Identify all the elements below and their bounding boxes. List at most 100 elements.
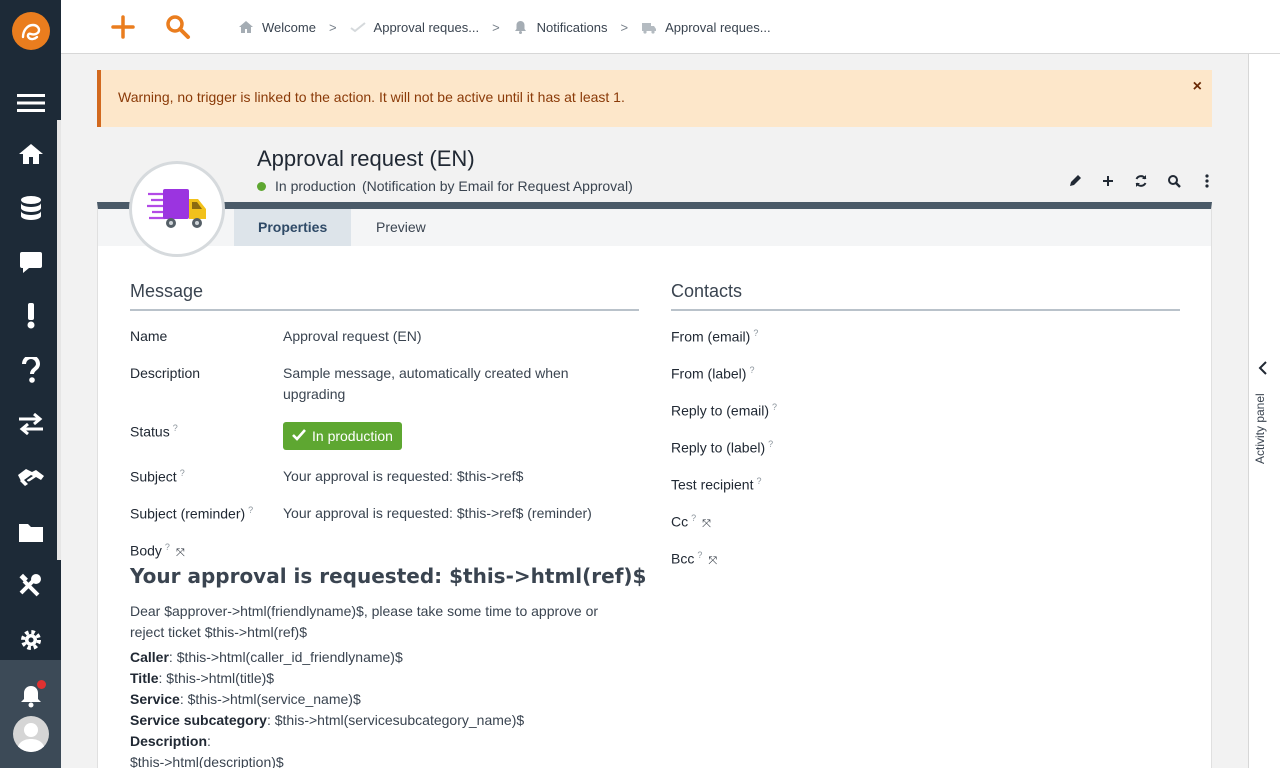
subject-reminder-label: Subject (reminder)?: [130, 505, 253, 522]
name-value: Approval request (EN): [283, 328, 422, 344]
approval-icon: [349, 19, 366, 35]
chevron-right-icon: >: [620, 19, 629, 35]
help-hint-icon[interactable]: ?: [697, 550, 702, 560]
subject-value: Your approval is requested: $this->ref$: [283, 468, 524, 484]
subject-label-text: Subject: [130, 468, 177, 485]
breadcrumb-label: Approval reques...: [665, 19, 771, 35]
body-field-title: Title: $this->html(title)$: [130, 670, 275, 686]
expand-icon[interactable]: ⤧: [176, 547, 185, 560]
reply-to-email-label: Reply to (email)?: [671, 402, 778, 419]
close-icon[interactable]: ×: [1193, 78, 1202, 96]
breadcrumb-label: Welcome: [262, 19, 316, 35]
cc-label: Cc? ⤧: [671, 513, 711, 531]
description-label: Description: [130, 365, 201, 381]
status-badge-text: In production: [312, 428, 393, 444]
breadcrumb-label: Approval reques...: [373, 19, 480, 35]
breadcrumb-item-notifications[interactable]: Notifications: [513, 19, 608, 35]
contacts-section-divider: [671, 309, 1180, 311]
object-status-line: In production (Notification by Email for…: [257, 178, 633, 194]
status-badge: In production: [283, 422, 402, 450]
check-icon: [292, 422, 306, 450]
change-icon[interactable]: [17, 410, 45, 438]
search-icon[interactable]: [1157, 170, 1190, 192]
chevron-right-icon: >: [328, 19, 337, 35]
help-hint-icon[interactable]: ?: [165, 542, 170, 552]
tab-properties[interactable]: Properties: [234, 209, 352, 246]
status-label: Status?: [130, 423, 178, 440]
chat-icon[interactable]: [17, 248, 45, 276]
edit-icon[interactable]: [1058, 170, 1091, 192]
body-field-caller: Caller: $this->html(caller_id_friendlyna…: [130, 649, 403, 665]
body-field-service: Service: $this->html(service_name)$: [130, 691, 361, 707]
subject-reminder-value: Your approval is requested: $this->ref$ …: [283, 505, 592, 521]
more-options-icon[interactable]: [1190, 170, 1223, 192]
body-intro: Dear $approver->html(friendlyname)$, ple…: [130, 603, 599, 640]
reply-to-label-label: Reply to (label)?: [671, 439, 774, 456]
activity-panel-label: Activity panel: [1253, 393, 1267, 464]
chevron-left-icon[interactable]: [1258, 361, 1268, 380]
refresh-icon[interactable]: [1124, 170, 1157, 192]
name-label: Name: [130, 328, 168, 344]
body-field-subcategory: Service subcategory: $this->html(service…: [130, 712, 525, 728]
warning-text: Warning, no trigger is linked to the act…: [118, 89, 625, 105]
body-label: Body? ⤧: [130, 542, 185, 560]
breadcrumb-item-approval[interactable]: Approval reques...: [349, 19, 480, 35]
test-recipient-label: Test recipient?: [671, 476, 762, 493]
help-hint-icon[interactable]: ?: [691, 513, 696, 523]
warning-alert: Warning, no trigger is linked to the act…: [97, 70, 1212, 127]
gear-icon[interactable]: [17, 626, 45, 654]
incident-icon[interactable]: [17, 302, 45, 330]
add-icon[interactable]: [1091, 170, 1124, 192]
breadcrumb: Welcome > Approval reques... > Notificat…: [238, 18, 771, 36]
body-heading: Your approval is requested: $this->html(…: [130, 564, 647, 588]
folder-icon[interactable]: [17, 518, 45, 546]
body-field-description: Description:: [130, 733, 211, 749]
bell-icon: [513, 19, 529, 35]
new-object-icon[interactable]: [109, 13, 137, 41]
top-bar: Welcome > Approval reques... > Notificat…: [61, 0, 1280, 54]
home-icon[interactable]: [17, 140, 45, 168]
expand-icon[interactable]: ⤧: [702, 518, 711, 531]
contacts-section-title: Contacts: [671, 281, 743, 301]
help-icon[interactable]: [17, 356, 45, 384]
user-avatar[interactable]: [13, 716, 49, 752]
status-label-text: Status: [130, 423, 170, 440]
bcc-label: Bcc? ⤧: [671, 550, 718, 568]
handshake-icon[interactable]: [17, 464, 45, 492]
notification-dot: [37, 680, 46, 689]
help-hint-icon[interactable]: ?: [248, 505, 253, 515]
database-icon[interactable]: [17, 194, 45, 222]
menu-icon[interactable]: [17, 89, 45, 117]
help-hint-icon[interactable]: ?: [173, 423, 178, 433]
breadcrumb-item-welcome[interactable]: Welcome: [238, 19, 316, 35]
home-icon: [238, 19, 254, 35]
body-tail: $this->html(description)$: [130, 754, 284, 768]
object-actions: [1058, 170, 1223, 192]
truck-icon: [641, 19, 657, 35]
tools-icon[interactable]: [17, 572, 45, 600]
tab-preview[interactable]: Preview: [352, 209, 450, 246]
help-hint-icon[interactable]: ?: [753, 328, 758, 338]
help-hint-icon[interactable]: ?: [180, 468, 185, 478]
description-value: Sample message, automatically created wh…: [283, 365, 569, 402]
tab-bar: Properties Preview: [98, 209, 1211, 246]
chevron-right-icon: >: [492, 19, 500, 35]
help-hint-icon[interactable]: ?: [749, 365, 754, 375]
help-hint-icon[interactable]: ?: [768, 439, 773, 449]
itop-logo[interactable]: [12, 12, 50, 50]
message-section-divider: [130, 309, 639, 311]
help-hint-icon[interactable]: ?: [772, 402, 777, 412]
activity-panel[interactable]: Activity panel: [1248, 54, 1280, 768]
subject-reminder-label-text: Subject (reminder): [130, 505, 246, 522]
help-hint-icon[interactable]: ?: [756, 476, 761, 486]
sidebar-scrollbar[interactable]: [57, 120, 61, 560]
expand-icon[interactable]: ⤧: [708, 555, 717, 568]
global-search-icon[interactable]: [164, 13, 192, 41]
notification-object-icon: [129, 161, 225, 257]
status-text: In production: [275, 178, 356, 194]
message-section-title: Message: [130, 281, 204, 301]
from-email-label: From (email)?: [671, 328, 759, 345]
breadcrumb-item-current[interactable]: Approval reques...: [641, 19, 771, 35]
breadcrumb-label: Notifications: [536, 19, 608, 35]
body-label-text: Body: [130, 542, 162, 559]
